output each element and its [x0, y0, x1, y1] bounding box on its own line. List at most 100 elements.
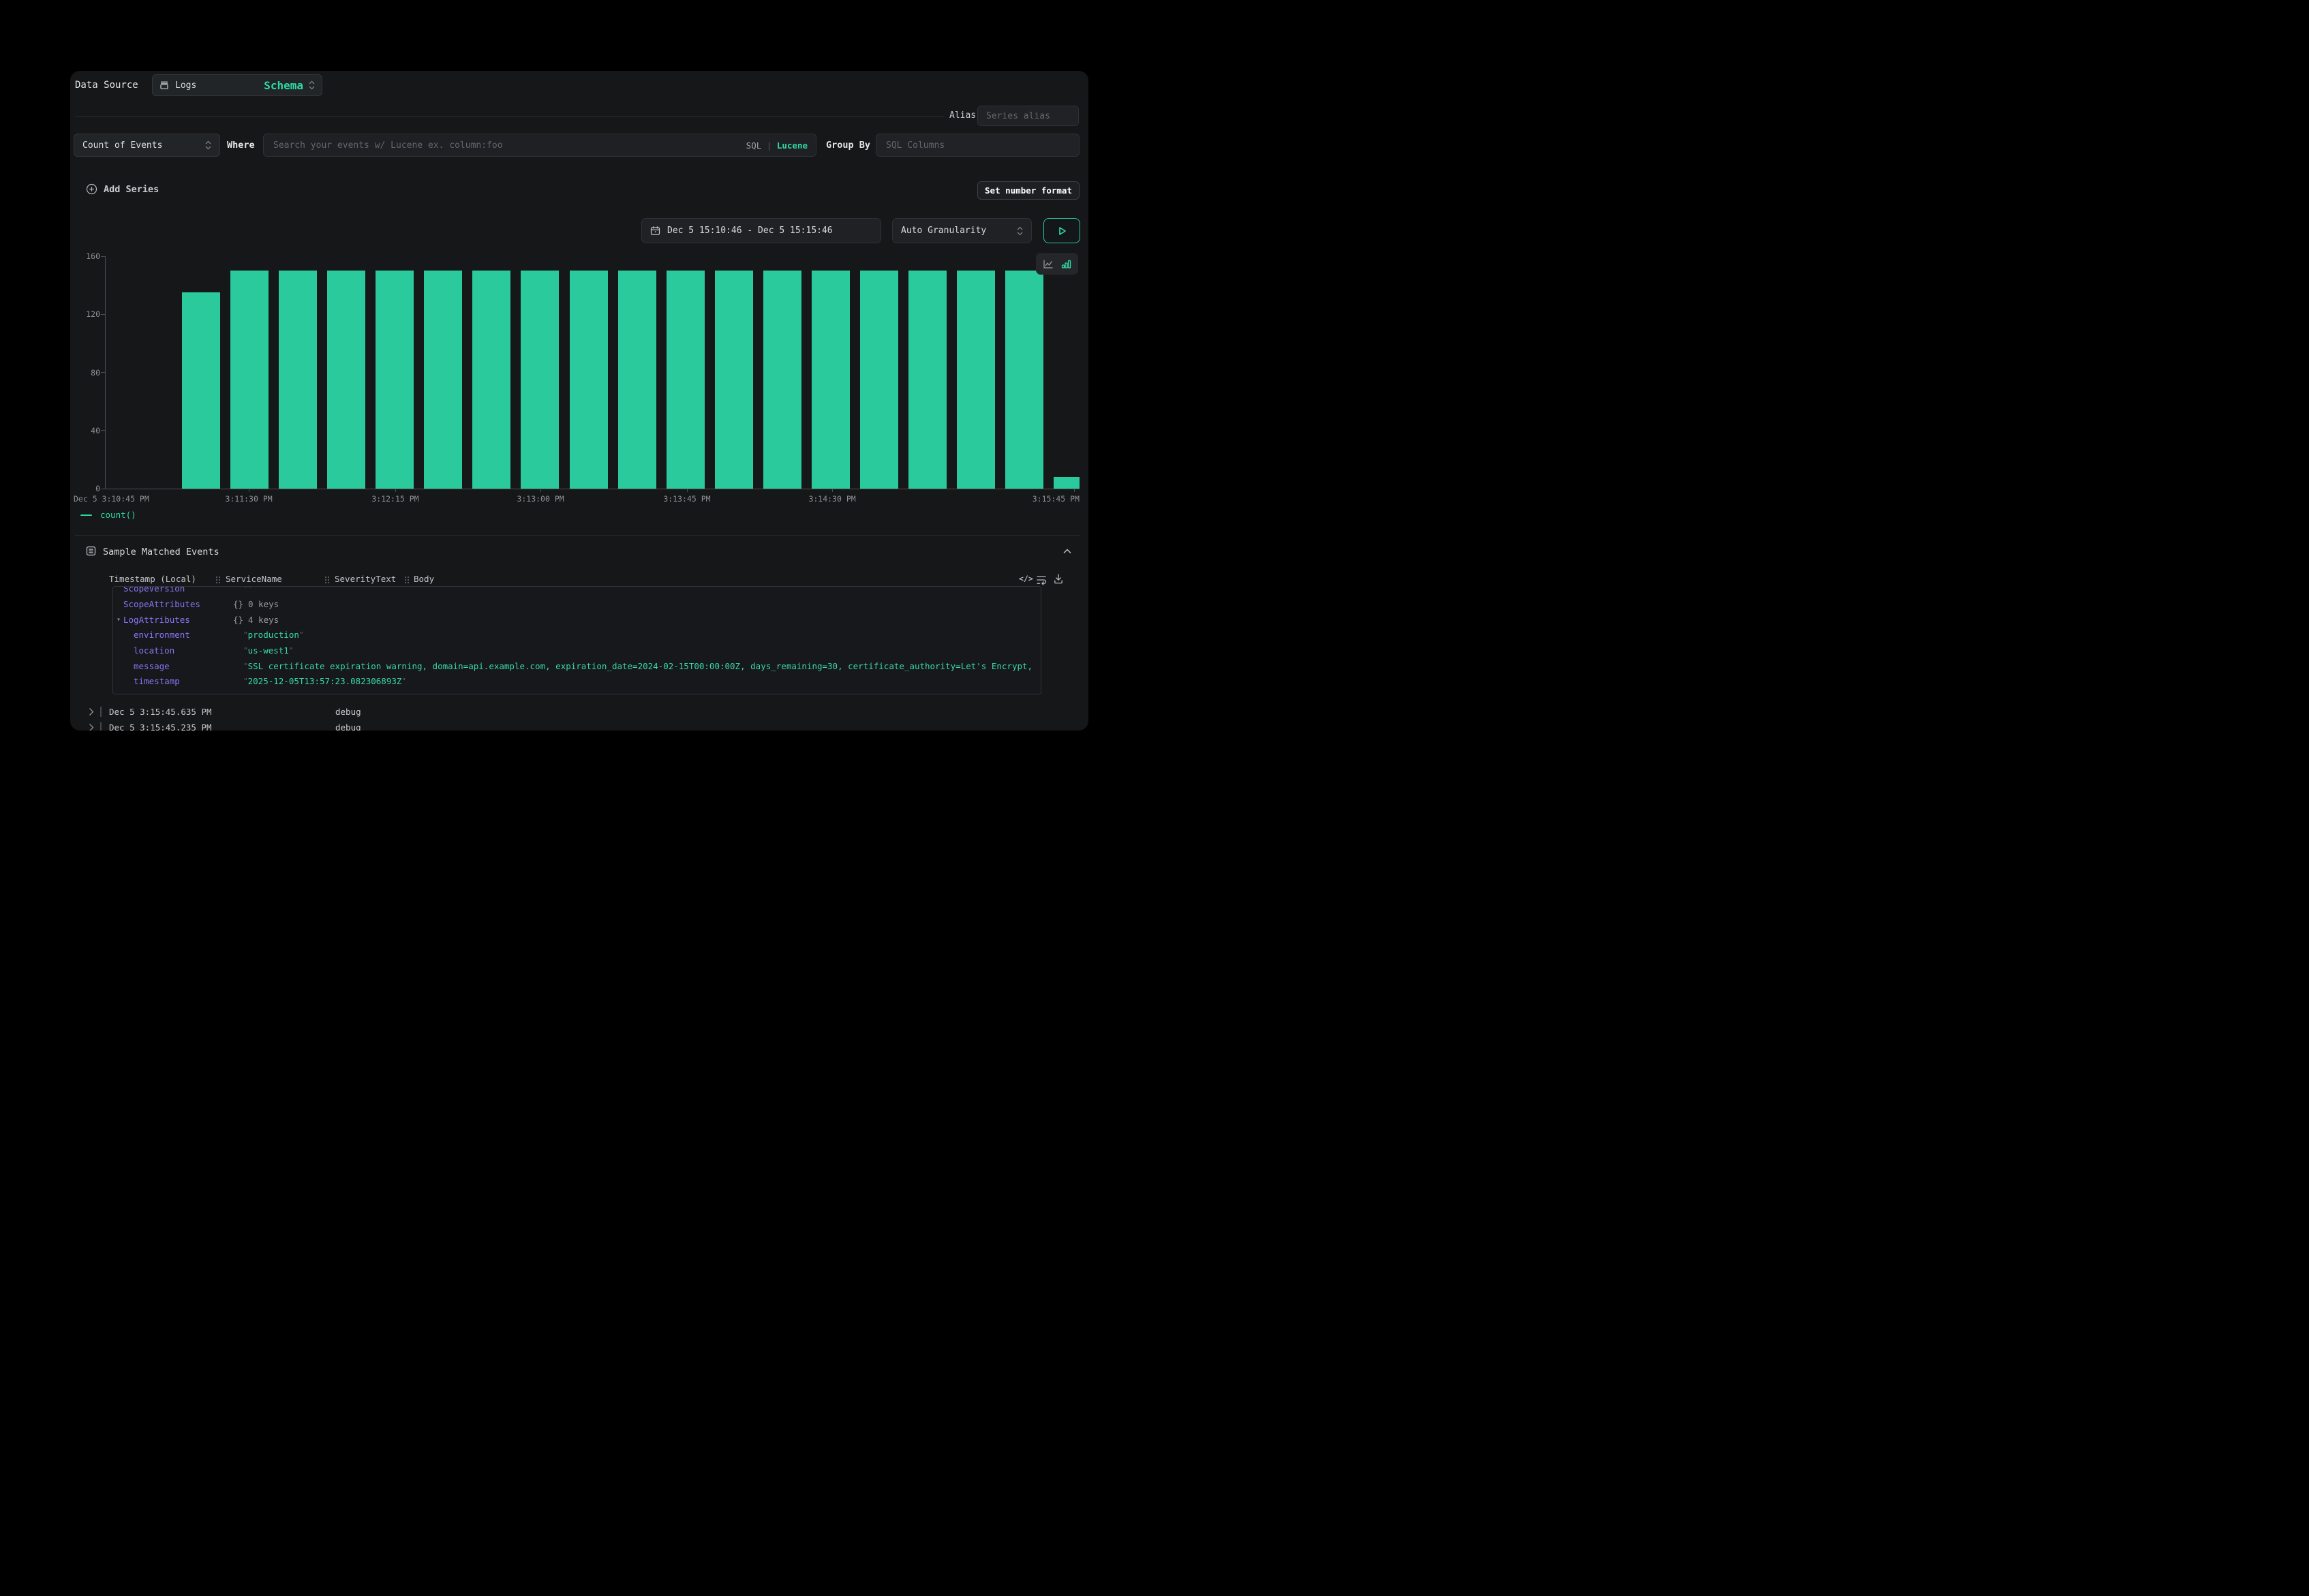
attribute-key: location: [134, 645, 174, 656]
event-severity: debug: [335, 722, 361, 731]
chart-bar[interactable]: [570, 271, 608, 489]
column-header-severitytext[interactable]: SeverityText: [335, 574, 396, 584]
braces-icon: {}: [233, 599, 243, 609]
sql-toggle[interactable]: SQL: [746, 140, 762, 151]
chart-bar[interactable]: [376, 271, 414, 489]
y-axis-tick-label: 0: [70, 484, 100, 493]
schema-link[interactable]: Schema: [264, 79, 303, 92]
lucene-toggle[interactable]: Lucene: [777, 140, 808, 151]
keys-count: 0 keys: [248, 599, 279, 609]
x-axis-tick: [540, 489, 541, 492]
search-box: SQL | Lucene: [263, 134, 816, 157]
chart-bar[interactable]: [618, 271, 656, 489]
x-axis-tick-label: 3:11:30 PM: [208, 494, 290, 504]
detail-row[interactable]: environment "production": [113, 630, 1041, 645]
bar-chart-icon[interactable]: [1061, 259, 1071, 269]
detail-row[interactable]: timestamp "2025-12-05T13:57:23.082306893…: [113, 676, 1041, 691]
legend-series-label[interactable]: count(): [100, 510, 136, 520]
granularity-value: Auto Granularity: [901, 226, 986, 236]
attribute-key: LogAttributes: [123, 615, 190, 625]
column-header-timestamp[interactable]: Timestamp (Local): [109, 574, 196, 584]
chart-bar[interactable]: [957, 271, 995, 489]
chevron-updown-icon: [205, 140, 211, 150]
chart-bar[interactable]: [424, 271, 462, 489]
x-axis-tick: [687, 489, 688, 492]
chart-bar[interactable]: [1054, 477, 1080, 489]
chart-bar[interactable]: [279, 271, 317, 489]
collapse-triangle-icon[interactable]: ▾: [117, 616, 121, 624]
section-collapse-chevron-icon[interactable]: [1062, 549, 1072, 554]
event-severity: debug: [335, 707, 361, 717]
granularity-select[interactable]: Auto Granularity: [892, 218, 1032, 243]
data-source-select[interactable]: Logs Schema: [152, 74, 322, 96]
database-icon: [159, 80, 169, 90]
chart-bar[interactable]: [667, 271, 705, 489]
chart-bar[interactable]: [715, 271, 753, 489]
alias-input-box: [977, 106, 1079, 126]
detail-row[interactable]: location "us-west1": [113, 645, 1041, 660]
severity-bar: [100, 722, 102, 731]
chart-bar[interactable]: [812, 271, 850, 489]
chart-bar[interactable]: [182, 292, 220, 489]
chart-bar[interactable]: [908, 271, 947, 489]
circle-plus-icon: [86, 183, 97, 195]
time-range-picker[interactable]: Dec 5 15:10:46 - Dec 5 15:15:46: [641, 218, 881, 243]
keys-count: 4 keys: [248, 615, 279, 625]
detail-row[interactable]: message "SSL certificate expiration warn…: [113, 661, 1041, 676]
download-icon[interactable]: [1053, 573, 1064, 585]
event-timestamp: Dec 5 3:15:45.635 PM: [109, 707, 212, 717]
y-axis-tick-label: 160: [70, 251, 100, 261]
chart-bars: [105, 256, 1080, 489]
attribute-key: ScopeAttributes: [123, 599, 200, 609]
line-chart-icon[interactable]: [1043, 259, 1054, 269]
wrap-lines-icon[interactable]: [1036, 574, 1047, 585]
event-row[interactable]: Dec 5 3:15:45.635 PM debug: [70, 705, 1088, 720]
detail-row[interactable]: ScopeAttributes {} 0 keys: [113, 599, 1041, 614]
drag-handle-icon[interactable]: [215, 576, 221, 584]
alias-label: Alias: [949, 110, 976, 121]
drag-handle-icon[interactable]: [324, 576, 330, 584]
expand-chevron-icon[interactable]: [89, 707, 94, 716]
bar-chart: 04080120160Dec 5 3:10:45 PM3:11:30 PM3:1…: [105, 256, 1080, 489]
aggregation-select[interactable]: Count of Events: [74, 134, 220, 157]
chart-bar[interactable]: [230, 271, 269, 489]
alias-divider: [75, 116, 945, 117]
add-series-label: Add Series: [104, 184, 159, 195]
event-timestamp: Dec 5 3:15:45.235 PM: [109, 722, 212, 731]
code-view-icon[interactable]: </>: [1019, 574, 1033, 583]
add-series-button[interactable]: Add Series: [86, 183, 159, 195]
run-query-button[interactable]: [1043, 218, 1080, 243]
chart-bar[interactable]: [763, 271, 801, 489]
drag-handle-icon[interactable]: [404, 576, 410, 584]
expanded-event-detail: ScopeVersion "" ScopeAttributes {} 0 key…: [112, 586, 1041, 694]
chart-bar[interactable]: [860, 271, 898, 489]
event-row[interactable]: Dec 5 3:15:45.235 PM debug: [70, 720, 1088, 731]
detail-row[interactable]: ScopeVersion "": [113, 586, 1041, 598]
expand-chevron-icon[interactable]: [89, 723, 94, 731]
data-source-value: Logs: [175, 80, 196, 91]
list-icon: [86, 546, 96, 556]
set-number-format-button[interactable]: Set number format: [977, 181, 1080, 200]
y-axis-line: [105, 256, 106, 489]
attribute-value: us-west1: [248, 645, 289, 656]
chart-bar[interactable]: [472, 271, 510, 489]
chart-bar[interactable]: [327, 271, 365, 489]
screen: { "colors": { "page_bg": "#000000", "pan…: [0, 0, 1154, 798]
x-axis-tick: [832, 489, 833, 492]
y-axis-tick-label: 120: [70, 309, 100, 319]
calendar-icon: [650, 226, 660, 236]
chart-bar[interactable]: [1005, 271, 1043, 489]
x-axis-tick-label: 3:14:30 PM: [791, 494, 873, 504]
column-header-body[interactable]: Body: [414, 574, 434, 584]
group-by-input[interactable]: [885, 140, 1071, 151]
group-by-label: Group By: [826, 140, 870, 151]
x-axis-tick-label: 3:12:15 PM: [354, 494, 436, 504]
chart-bar[interactable]: [521, 271, 559, 489]
alias-input[interactable]: [985, 110, 1071, 122]
x-axis-tick: [395, 489, 396, 492]
data-source-label: Data Source: [75, 80, 138, 91]
column-header-servicename[interactable]: ServiceName: [226, 574, 282, 584]
search-input[interactable]: [272, 140, 739, 151]
attribute-key: ScopeVersion: [123, 586, 185, 594]
detail-row[interactable]: ▾ LogAttributes {} 4 keys: [113, 615, 1041, 630]
